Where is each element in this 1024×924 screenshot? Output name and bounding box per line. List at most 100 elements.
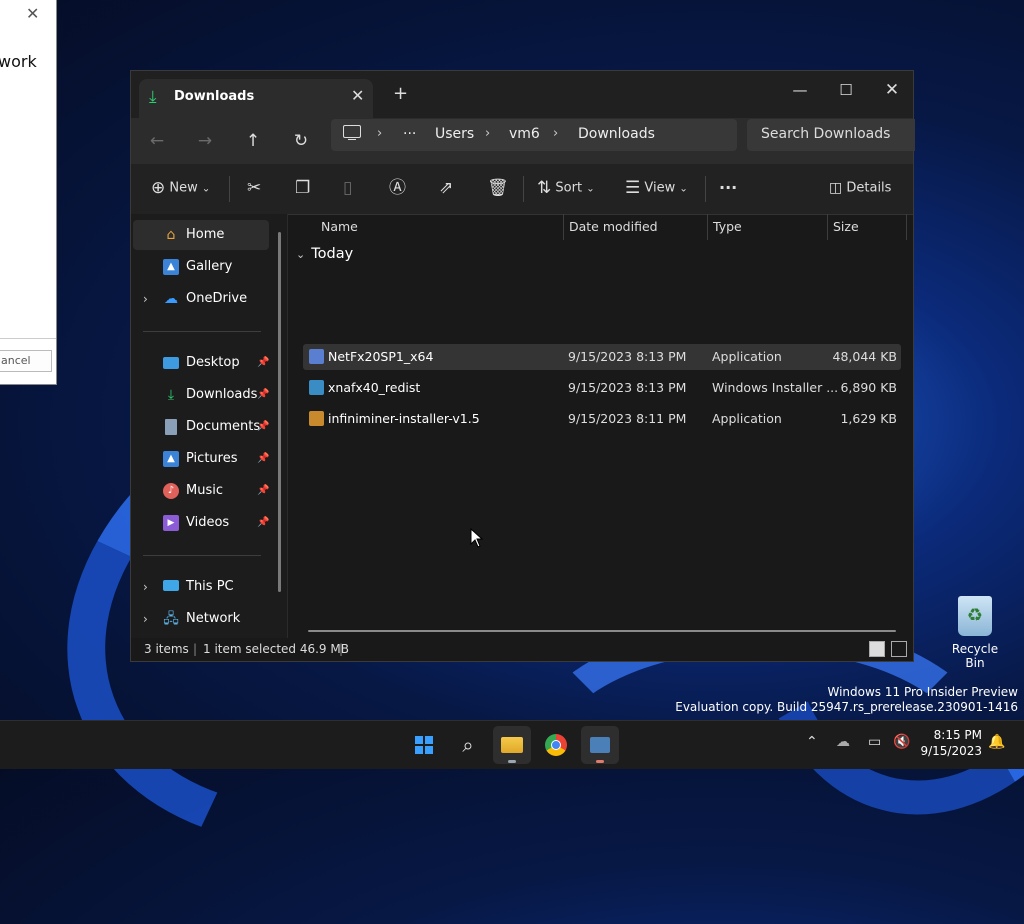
nav-item-documents[interactable]: Documents 📌 xyxy=(133,412,269,442)
search-button[interactable]: ⌕ xyxy=(449,726,487,764)
more-options-button[interactable]: ··· xyxy=(719,174,737,202)
pin-icon[interactable]: 📌 xyxy=(257,508,269,538)
column-divider[interactable] xyxy=(563,214,564,240)
breadcrumb-vm6[interactable]: vm6 xyxy=(509,126,540,142)
tiles-view-button[interactable] xyxy=(891,641,907,657)
delete-button[interactable]: 🗑 xyxy=(487,174,509,202)
recycle-bin-shortcut[interactable]: ♻ Recycle Bin xyxy=(942,596,1008,670)
installer-taskbar-button[interactable] xyxy=(581,726,619,764)
up-button[interactable]: ↑ xyxy=(238,127,268,155)
selection-info: 1 item selected 46.9 MB xyxy=(203,642,349,656)
background-dialog-window[interactable]: ✕ work ancel xyxy=(0,0,57,385)
pin-icon[interactable]: 📌 xyxy=(257,412,269,442)
expand-chevron-icon[interactable]: › xyxy=(143,604,148,634)
breadcrumb-users[interactable]: Users xyxy=(435,126,474,142)
details-view-button[interactable] xyxy=(869,641,885,657)
search-box[interactable]: Search Downloads xyxy=(747,119,915,151)
file-date: 9/15/2023 8:13 PM xyxy=(568,349,687,364)
nav-item-network[interactable]: › 🖧 Network xyxy=(133,604,269,634)
column-header-size[interactable]: Size xyxy=(833,214,859,240)
background-dialog-close-icon[interactable]: ✕ xyxy=(26,4,39,23)
item-count: 3 items xyxy=(144,642,189,656)
breadcrumb-more[interactable]: ··· xyxy=(403,126,416,142)
nav-item-music[interactable]: ♪ Music 📌 xyxy=(133,476,269,506)
file-size: 48,044 KB xyxy=(832,349,897,364)
copy-button[interactable]: ❐ xyxy=(295,174,310,202)
breadcrumb-chevron[interactable]: › xyxy=(485,126,490,141)
network-tray-icon[interactable]: ▭ xyxy=(868,734,881,750)
nav-item-home[interactable]: ⌂ Home xyxy=(133,220,269,250)
notification-bell-icon[interactable]: 🔔 xyxy=(988,734,1005,750)
file-list[interactable]: Name Date modified Type Size ⌄ Today NetF… xyxy=(288,214,913,638)
maximize-button[interactable]: ☐ xyxy=(823,75,869,105)
column-divider[interactable] xyxy=(707,214,708,240)
tab-close-icon[interactable]: ✕ xyxy=(351,86,364,105)
pin-icon[interactable]: 📌 xyxy=(257,476,269,506)
horizontal-scrollbar[interactable] xyxy=(308,630,896,632)
back-button[interactable]: ← xyxy=(142,127,172,155)
breadcrumb-downloads[interactable]: Downloads xyxy=(578,126,655,142)
computer-icon[interactable] xyxy=(343,125,361,140)
expand-chevron-icon[interactable]: › xyxy=(143,284,148,314)
nav-item-onedrive[interactable]: › ☁ OneDrive xyxy=(133,284,269,314)
close-button[interactable]: ✕ xyxy=(869,75,915,105)
volume-muted-icon[interactable]: 🔇 xyxy=(893,734,910,750)
file-explorer-taskbar-button[interactable] xyxy=(493,726,531,764)
minimize-button[interactable]: — xyxy=(777,75,823,105)
navigation-pane[interactable]: ⌂ Home ▲ Gallery › ☁ OneDrive Desktop 📌 … xyxy=(131,214,287,638)
cloud-icon: ☁ xyxy=(164,291,178,307)
view-button[interactable]: ☰ View ⌄ xyxy=(625,174,688,202)
nav-item-gallery[interactable]: ▲ Gallery xyxy=(133,252,269,282)
show-hidden-icons-chevron-icon[interactable]: ⌃ xyxy=(806,734,818,750)
group-header-today[interactable]: ⌄ Today xyxy=(296,246,353,262)
column-header-date-modified[interactable]: Date modified xyxy=(569,214,658,240)
breadcrumb-chevron[interactable]: › xyxy=(377,126,382,141)
nav-item-downloads[interactable]: ⤓ Downloads 📌 xyxy=(133,380,270,410)
column-header-type[interactable]: Type xyxy=(713,214,742,240)
taskbar-clock[interactable]: 8:15 PM 9/15/2023 xyxy=(920,727,982,759)
sort-button[interactable]: ⇅ Sort ⌄ xyxy=(537,174,595,202)
chrome-taskbar-button[interactable] xyxy=(537,726,575,764)
nav-item-this-pc[interactable]: › This PC xyxy=(133,572,269,602)
refresh-button[interactable]: ↻ xyxy=(286,127,316,155)
column-divider[interactable] xyxy=(906,214,907,240)
column-header-name[interactable]: Name xyxy=(321,214,358,240)
pin-icon[interactable]: 📌 xyxy=(257,380,269,410)
breadcrumb-chevron[interactable]: › xyxy=(553,126,558,141)
share-button[interactable]: ⇗ xyxy=(439,174,453,202)
command-divider xyxy=(705,176,706,202)
clipboard-icon: ▯ xyxy=(343,178,353,198)
new-tab-button[interactable]: + xyxy=(393,83,408,104)
status-divider: | xyxy=(339,642,344,656)
forward-button[interactable]: → xyxy=(190,127,220,155)
file-date: 9/15/2023 8:11 PM xyxy=(568,411,687,426)
nav-item-pictures[interactable]: ▲ Pictures 📌 xyxy=(133,444,269,474)
file-row[interactable]: xnafx40_redist 9/15/2023 8:13 PM Windows… xyxy=(303,375,901,401)
start-button[interactable] xyxy=(405,726,443,764)
title-bar[interactable]: ⤓ Downloads ✕ + — ☐ ✕ xyxy=(131,71,913,118)
group-label: Today xyxy=(311,246,354,262)
cut-button[interactable]: ✂ xyxy=(247,174,261,202)
rename-button[interactable]: Ⓐ xyxy=(389,174,406,202)
onedrive-tray-icon[interactable]: ☁ xyxy=(836,734,850,750)
column-divider[interactable] xyxy=(827,214,828,240)
search-input[interactable]: Search Downloads xyxy=(761,126,890,142)
nav-item-videos[interactable]: ▶ Videos 📌 xyxy=(133,508,269,538)
file-row[interactable]: NetFx20SP1_x64 9/15/2023 8:13 PM Applica… xyxy=(303,344,901,370)
address-bar[interactable]: › ··· Users › vm6 › Downloads xyxy=(331,119,737,151)
tab-downloads[interactable]: ⤓ Downloads ✕ xyxy=(139,79,373,118)
pin-icon[interactable]: 📌 xyxy=(257,444,269,474)
paste-button[interactable]: ▯ xyxy=(343,174,352,202)
nav-pane-scrollbar[interactable] xyxy=(278,232,281,592)
pin-icon[interactable]: 📌 xyxy=(257,348,269,378)
file-row[interactable]: infiniminer-installer-v1.5 9/15/2023 8:1… xyxy=(303,406,901,432)
new-button[interactable]: ⊕ New ⌄ xyxy=(151,174,210,202)
collapse-chevron-icon[interactable]: ⌄ xyxy=(296,248,305,261)
view-button-label: View xyxy=(644,180,676,196)
nav-item-desktop[interactable]: Desktop 📌 xyxy=(133,348,269,378)
background-dialog-cancel-button[interactable]: ancel xyxy=(0,350,52,372)
nav-label: This PC xyxy=(186,579,234,594)
details-button[interactable]: ◫ Details xyxy=(829,174,891,202)
file-explorer-window[interactable]: ⤓ Downloads ✕ + — ☐ ✕ ← → ↑ ↻ › ··· User… xyxy=(130,70,915,662)
expand-chevron-icon[interactable]: › xyxy=(143,572,148,602)
